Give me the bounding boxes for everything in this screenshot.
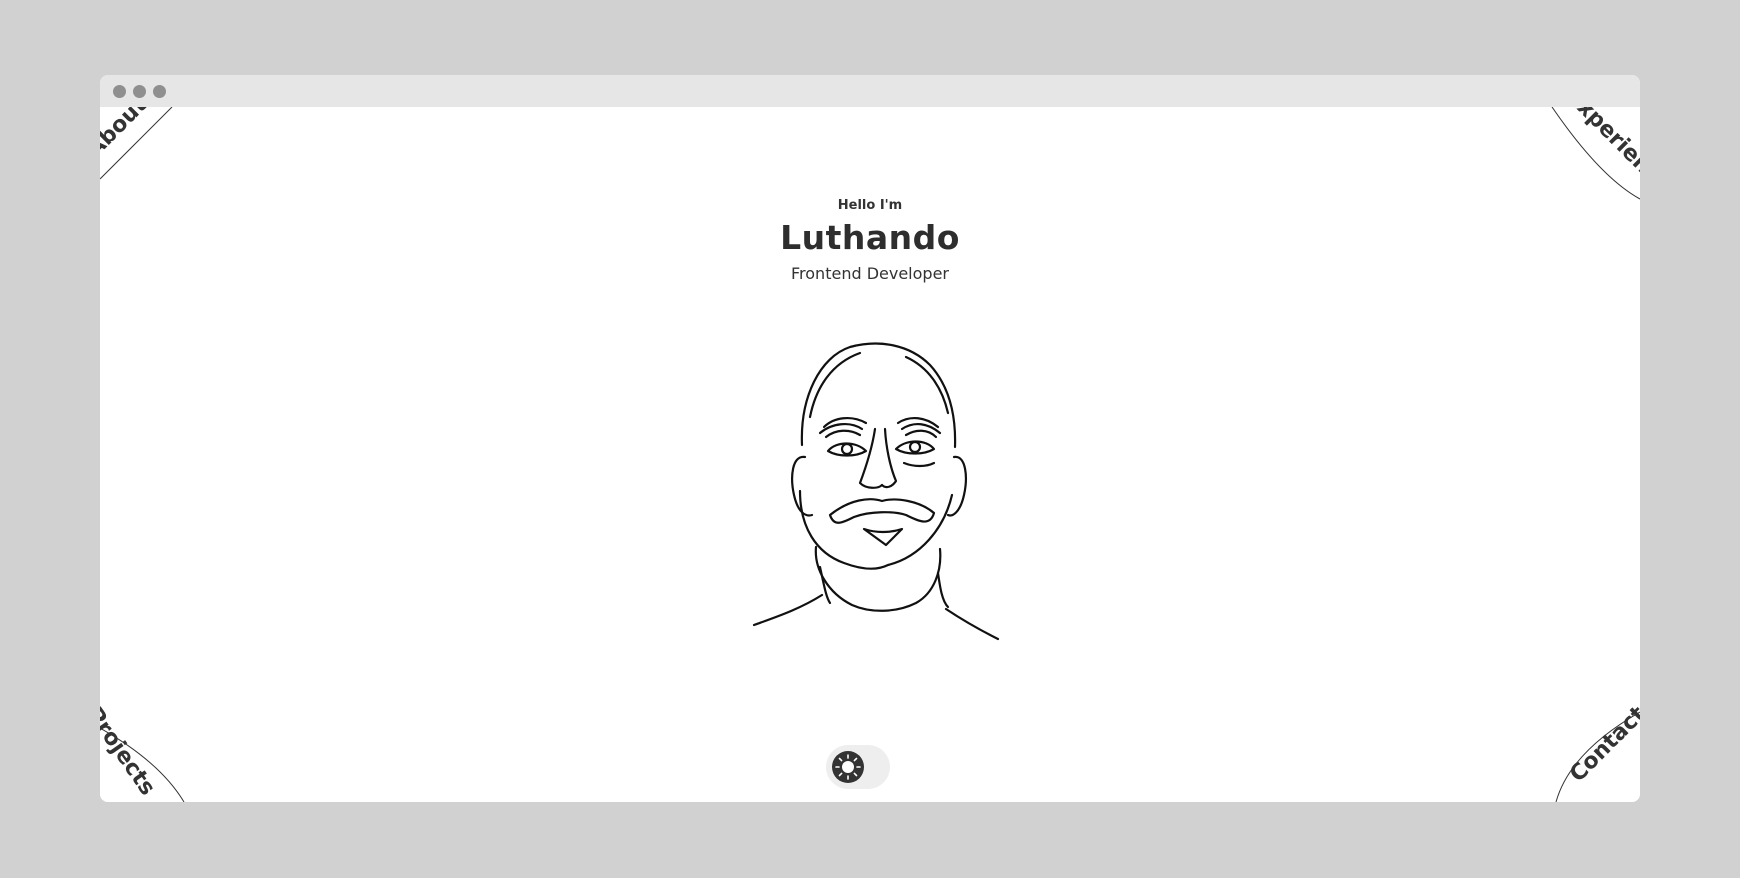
window-dot-close[interactable] (113, 85, 126, 98)
hero-name: Luthando (780, 218, 960, 257)
hero-role: Frontend Developer (791, 264, 949, 283)
page-content: About Experience Projects Contact Hello … (100, 107, 1640, 802)
hero-section: Hello I'm Luthando Frontend Developer (100, 197, 1640, 285)
window-titlebar (100, 75, 1640, 107)
nav-corner-projects[interactable]: Projects (100, 562, 340, 802)
theme-toggle[interactable] (826, 745, 890, 789)
hero-greeting: Hello I'm (837, 198, 903, 213)
window-dot-maximize[interactable] (153, 85, 166, 98)
sun-icon (832, 751, 864, 783)
portrait-illustration (752, 342, 1000, 641)
sun-glyph (835, 754, 861, 780)
nav-corner-contact[interactable]: Contact (1400, 562, 1640, 802)
browser-window: About Experience Projects Contact Hello … (100, 75, 1640, 802)
window-dot-minimize[interactable] (133, 85, 146, 98)
